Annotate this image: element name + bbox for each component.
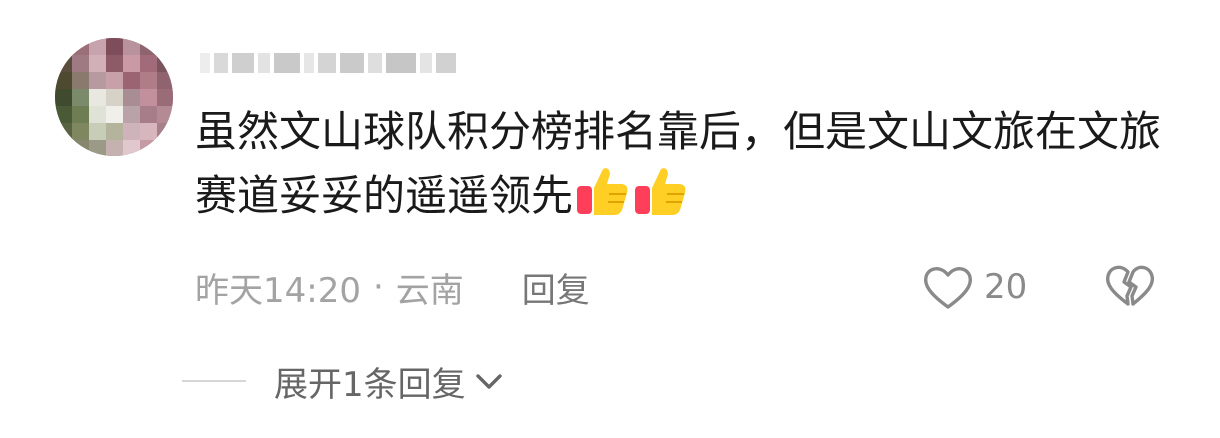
expand-replies-button[interactable]: 展开1条回复: [182, 356, 504, 406]
meta-separator: ·: [372, 267, 384, 307]
reply-button[interactable]: 回复: [522, 263, 590, 312]
comment-time: 昨天14:20: [195, 270, 361, 311]
comment-location: 云南: [395, 270, 464, 311]
avatar[interactable]: [55, 38, 173, 156]
like-button[interactable]: 20: [922, 262, 1027, 312]
broken-heart-icon: [1105, 265, 1155, 306]
like-count: 20: [984, 267, 1028, 307]
comment-body: 虽然文山球队积分榜排名靠后，但是文山文旅在文旅赛道妥妥的遥遥领先: [195, 100, 1185, 236]
divider-line: [182, 380, 246, 382]
thumbs-up-icon: [633, 164, 689, 236]
thumbs-up-icon: [575, 164, 631, 236]
chevron-down-icon: [475, 374, 502, 389]
heart-outline-icon: [923, 267, 973, 309]
username-obscured[interactable]: [200, 50, 456, 76]
expand-replies-label: 展开1条回复: [274, 364, 466, 405]
dislike-button[interactable]: [1104, 263, 1156, 313]
comment-meta: 昨天14:20 · 云南 回复: [195, 262, 590, 312]
